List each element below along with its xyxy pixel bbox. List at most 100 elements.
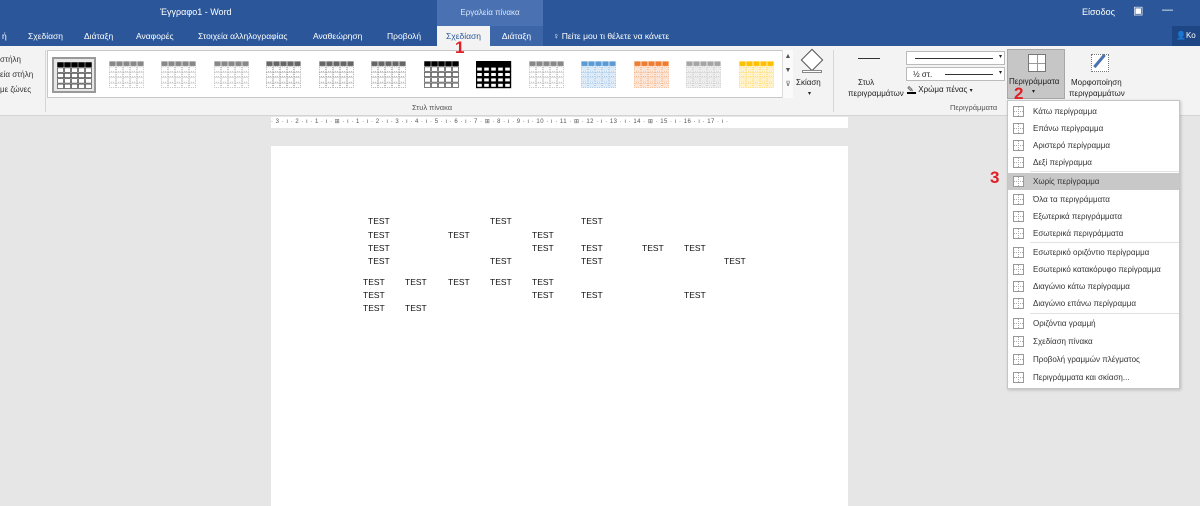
option-last-column[interactable]: εία στήλη [0,67,44,82]
borders-menu-item[interactable]: Εσωτερικό οριζόντιο περίγραμμα [1008,244,1179,261]
inside-borders-icon [1013,228,1024,239]
table-cell-text[interactable]: TEST [490,216,512,226]
tab-mailings[interactable]: Στοιχεία αλληλογραφίας [198,26,288,46]
share-button[interactable]: 👤Κο [1172,26,1200,46]
gallery-more-icon[interactable]: ⊽ [783,78,793,92]
menu-separator [1030,313,1179,314]
tab-view[interactable]: Προβολή [387,26,421,46]
borders-menu-item[interactable]: Όλα τα περιγράμματα [1008,191,1179,208]
table-cell-text[interactable]: TEST [405,277,427,287]
borders-menu-item[interactable]: Προβολή γραμμών πλέγματος [1008,351,1179,368]
gallery-scroll[interactable]: ▲ ▼ ⊽ [782,50,793,98]
menu-item-label: Εσωτερικό οριζόντιο περίγραμμα [1033,248,1150,257]
table-cell-text[interactable]: TEST [368,256,390,266]
borders-menu-item[interactable]: Δεξί περίγραμμα [1008,154,1179,171]
tab-layout[interactable]: Διάταξη [84,26,113,46]
table-style-options: στήλη εία στήλη με ζώνες [0,52,44,97]
right-border-icon [1013,157,1024,168]
table-cell-text[interactable]: TEST [490,277,512,287]
gallery-up-icon[interactable]: ▲ [783,50,793,64]
table-cell-text[interactable]: TEST [368,216,390,226]
table-style-thumbnail[interactable] [315,57,359,93]
table-style-thumbnail[interactable] [472,57,516,93]
borders-menu-item[interactable]: Επάνω περίγραμμα [1008,120,1179,137]
bottom-border-icon [1013,106,1024,117]
borders-menu-item[interactable]: Περιγράμματα και σκίαση... [1008,369,1179,386]
table-cell-text[interactable]: TEST [368,243,390,253]
borders-menu-item[interactable]: Κάτω περίγραμμα [1008,103,1179,120]
border-painter-button[interactable]: Μορφοποίηση περιγραμμάτων [1066,50,1136,102]
pen-color-button[interactable]: ✎ Χρώμα πένας ▾ [907,85,1005,98]
table-style-thumbnail[interactable] [735,57,779,93]
table-cell-text[interactable]: TEST [448,230,470,240]
menu-item-label: Όλα τα περιγράμματα [1033,195,1110,204]
borders-menu-item[interactable]: Διαγώνιο επάνω περίγραμμα [1008,295,1179,312]
gallery-down-icon[interactable]: ▼ [783,64,793,78]
tab-references[interactable]: Αναφορές [136,26,174,46]
share-label: Κο [1185,31,1196,40]
border-style-line-icon [858,58,880,59]
table-cell-text[interactable]: TEST [684,290,706,300]
table-style-thumbnail[interactable] [367,57,411,93]
document-page[interactable]: TEST TEST TEST TEST TEST TEST TEST TEST TEST TEST… [271,146,848,506]
table-cell-text[interactable]: TEST [368,230,390,240]
table-cell-text[interactable]: TEST [363,290,385,300]
table-cell-text[interactable]: TEST [642,243,664,253]
borders-menu-item[interactable]: Χωρίς περίγραμμα [1008,173,1179,190]
table-cell-text[interactable]: TEST [532,277,554,287]
table-cell-text[interactable]: TEST [405,303,427,313]
borders-menu-item[interactable]: Διαγώνιο κάτω περίγραμμα [1008,278,1179,295]
menu-item-label: Περιγράμματα και σκίαση... [1033,373,1130,382]
minimize-icon[interactable]: — [1162,4,1173,16]
inside-horizontal-border-icon [1013,247,1024,258]
table-cell-text[interactable]: TEST [532,290,554,300]
option-banded-columns[interactable]: με ζώνες [0,82,44,97]
table-cell-text[interactable]: TEST [363,303,385,313]
table-cell-text[interactable]: TEST [581,256,603,266]
table-style-thumbnail[interactable] [682,57,726,93]
borders-menu-item[interactable]: Εσωτερικά περιγράμματα [1008,225,1179,242]
option-first-column[interactable]: στήλη [0,52,44,67]
table-cell-text[interactable]: TEST [581,216,603,226]
borders-menu-item[interactable]: Σχεδίαση πίνακα [1008,333,1179,350]
table-cell-text[interactable]: TEST [724,256,746,266]
line-style-dropdown[interactable]: ▾ [906,51,1005,65]
table-cell-text[interactable]: TEST [581,243,603,253]
tab-file[interactable]: ή [0,26,14,46]
table-style-thumbnail[interactable] [630,57,674,93]
table-style-thumbnail[interactable] [105,57,149,93]
menu-item-label: Εσωτερικά περιγράμματα [1033,229,1124,238]
table-cell-text[interactable]: TEST [581,290,603,300]
table-style-thumbnail[interactable] [210,57,254,93]
table-cell-text[interactable]: TEST [684,243,706,253]
border-styles-button[interactable]: Στυλ περιγραμμάτων [848,50,904,102]
borders-dropdown-menu: Κάτω περίγραμμα Επάνω περίγραμμα Αριστερό … [1007,100,1180,389]
table-style-thumbnail[interactable] [52,57,96,93]
title-bar: Έγγραφο1 - Word Εργαλεία πίνακα Είσοδος … [0,0,1200,26]
line-weight-dropdown[interactable]: ½ στ. ▾ [906,67,1005,81]
horizontal-ruler[interactable]: · 3 · ı · 2 · ı · 1 · ı · ⊞ · ı · 1 · ı … [271,117,848,128]
table-cell-text[interactable]: TEST [490,256,512,266]
tell-me-box[interactable]: ♀ Πείτε μου τι θέλετε να κάνετε [553,26,669,46]
shading-button[interactable]: Σκίαση ▾ [796,48,826,102]
sign-in-link[interactable]: Είσοδος [1082,7,1115,17]
tab-review[interactable]: Αναθεώρηση [313,26,362,46]
table-cell-text[interactable]: TEST [532,243,554,253]
tab-table-layout[interactable]: Διάταξη [490,26,543,46]
table-cell-text[interactable]: TEST [363,277,385,287]
ribbon-display-options-icon[interactable]: ▣ [1133,4,1143,17]
table-style-thumbnail[interactable] [157,57,201,93]
borders-menu-item[interactable]: Οριζόντια γραμμή [1008,315,1179,332]
pen-icon: ✎ [907,85,916,94]
table-cell-text[interactable]: TEST [532,230,554,240]
table-cell-text[interactable]: TEST [448,277,470,287]
table-style-thumbnail[interactable] [577,57,621,93]
tab-design[interactable]: Σχεδίαση [28,26,63,46]
borders-menu-item[interactable]: Αριστερό περίγραμμα [1008,137,1179,154]
inside-vertical-border-icon [1013,264,1024,275]
borders-menu-item[interactable]: Εξωτερικά περιγράμματα [1008,208,1179,225]
table-style-thumbnail[interactable] [262,57,306,93]
borders-menu-item[interactable]: Εσωτερικό κατακόρυφο περίγραμμα [1008,261,1179,278]
table-style-thumbnail[interactable] [525,57,569,93]
table-style-thumbnail[interactable] [420,57,464,93]
